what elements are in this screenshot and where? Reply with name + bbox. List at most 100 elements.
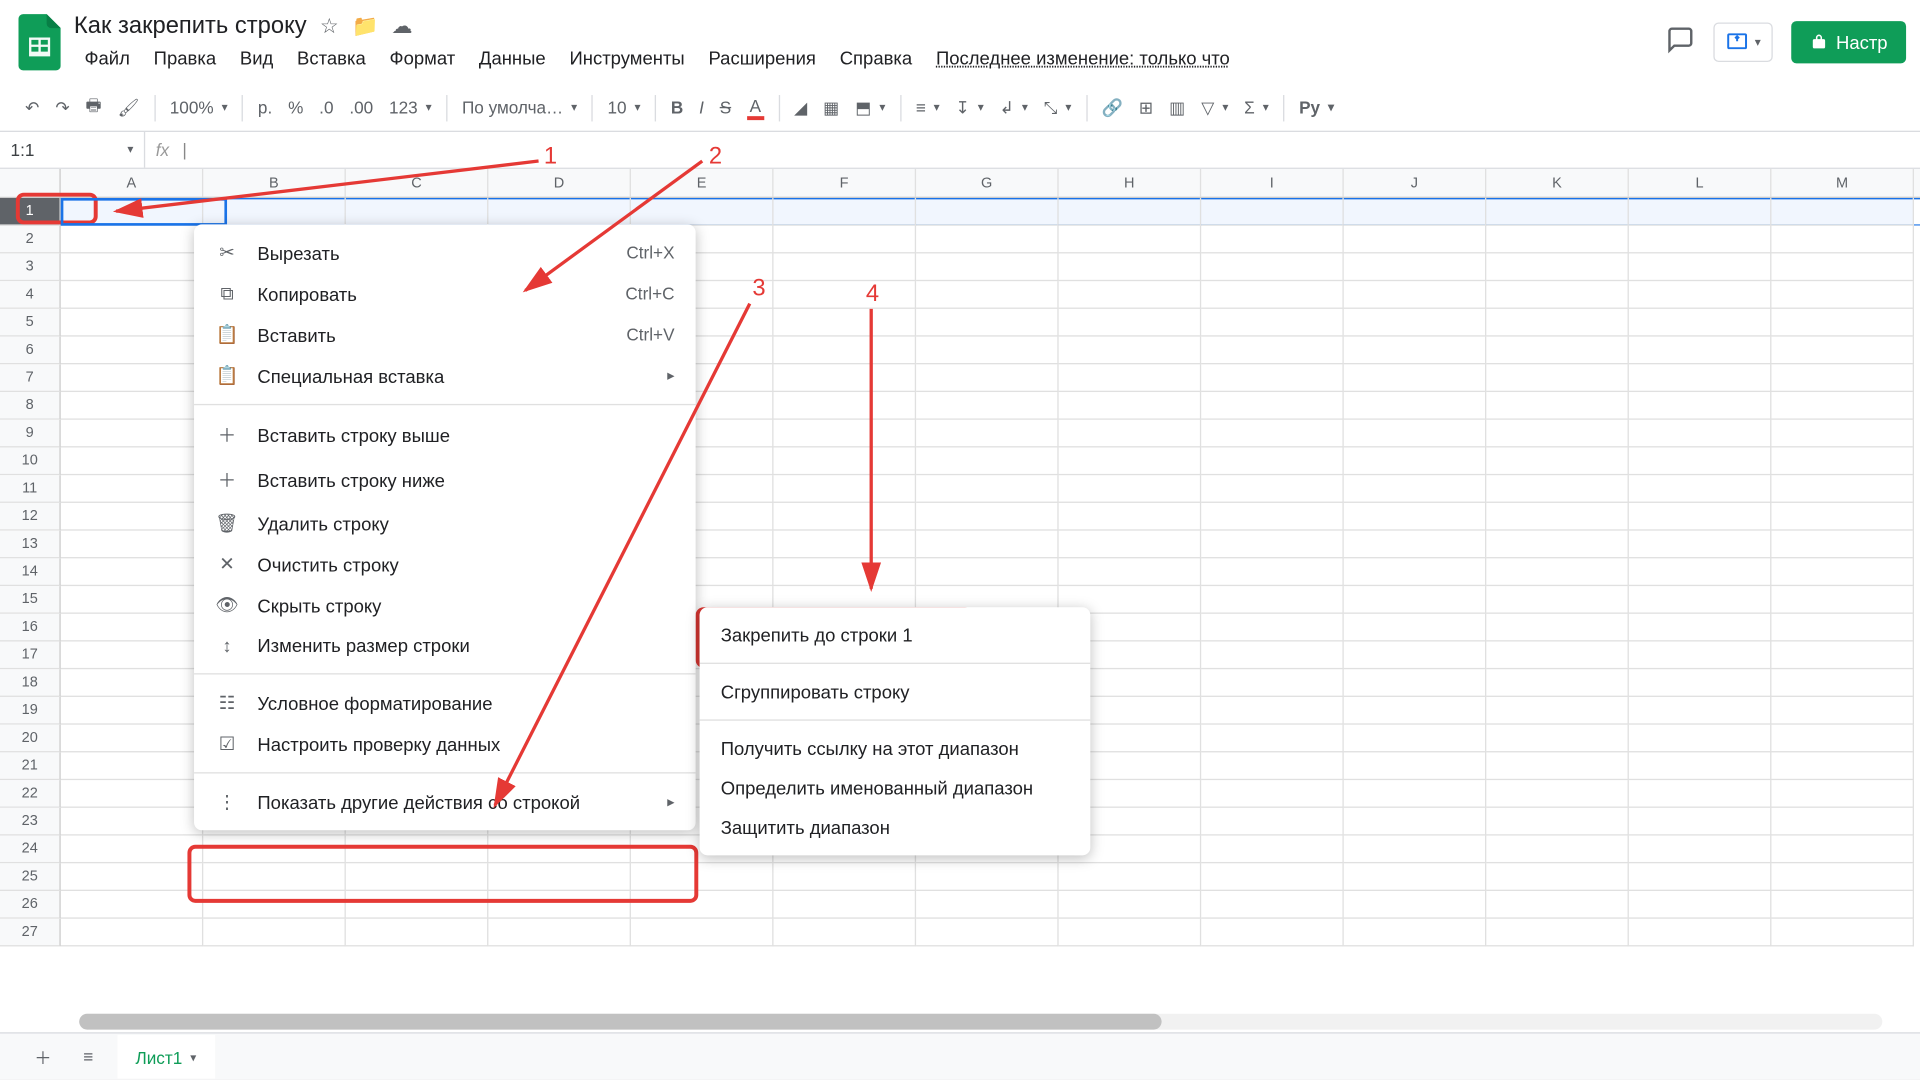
cell[interactable]	[1629, 531, 1772, 559]
row-header[interactable]: 12	[0, 503, 61, 531]
cell[interactable]	[1344, 752, 1487, 780]
cell[interactable]	[1059, 309, 1202, 337]
cell[interactable]	[1344, 226, 1487, 254]
sheets-logo[interactable]	[16, 11, 64, 74]
cell[interactable]	[488, 863, 631, 891]
wrap-dropdown[interactable]: ↲	[993, 90, 1034, 124]
cell[interactable]	[1771, 309, 1914, 337]
cell[interactable]	[1344, 420, 1487, 448]
cell[interactable]	[1629, 697, 1772, 725]
zoom-dropdown[interactable]: 100%	[163, 91, 234, 124]
menu-file[interactable]: Файл	[74, 44, 141, 73]
col-header[interactable]: K	[1486, 169, 1629, 197]
cell[interactable]	[1201, 392, 1344, 420]
cell[interactable]	[61, 863, 204, 891]
sub-freeze[interactable]: Закрепить до строки 1	[700, 615, 1091, 655]
cell[interactable]	[916, 531, 1059, 559]
print-button[interactable]: 🖶	[79, 86, 108, 128]
cell[interactable]	[1344, 669, 1487, 697]
cell[interactable]	[774, 531, 917, 559]
cell[interactable]	[1201, 752, 1344, 780]
cell[interactable]	[1771, 475, 1914, 503]
cell[interactable]	[1629, 420, 1772, 448]
formula-input[interactable]	[180, 140, 1920, 160]
comment-button[interactable]: ⊞	[1132, 90, 1160, 124]
cell[interactable]	[1059, 253, 1202, 281]
cell[interactable]	[1201, 253, 1344, 281]
cell[interactable]	[1629, 808, 1772, 836]
menu-tools[interactable]: Инструменты	[559, 44, 695, 73]
cell[interactable]	[916, 919, 1059, 947]
cell[interactable]	[1486, 309, 1629, 337]
cell[interactable]	[916, 364, 1059, 392]
cell[interactable]	[1771, 586, 1914, 614]
cell[interactable]	[1059, 337, 1202, 365]
cell[interactable]	[1486, 364, 1629, 392]
cell[interactable]	[1629, 836, 1772, 864]
col-header[interactable]: M	[1771, 169, 1914, 197]
cell[interactable]	[1344, 447, 1487, 475]
cell[interactable]	[203, 198, 346, 226]
textcolor-button[interactable]: A	[740, 89, 770, 126]
cell[interactable]	[1486, 752, 1629, 780]
cell[interactable]	[1201, 531, 1344, 559]
col-header[interactable]: I	[1201, 169, 1344, 197]
cell[interactable]	[1629, 891, 1772, 919]
row-header[interactable]: 7	[0, 364, 61, 392]
cell[interactable]	[1629, 447, 1772, 475]
cell[interactable]	[61, 364, 204, 392]
cell[interactable]	[1201, 420, 1344, 448]
cell[interactable]	[1629, 752, 1772, 780]
cell[interactable]	[1059, 420, 1202, 448]
present-button[interactable]: ▾	[1714, 22, 1773, 62]
cell[interactable]	[1486, 863, 1629, 891]
ctx-data-validation[interactable]: ☑Настроить проверку данных	[194, 723, 696, 764]
cell[interactable]	[774, 198, 917, 226]
cell[interactable]	[774, 364, 917, 392]
menu-data[interactable]: Данные	[468, 44, 556, 73]
row-header[interactable]: 5	[0, 309, 61, 337]
cell[interactable]	[1771, 919, 1914, 947]
menu-format[interactable]: Формат	[379, 44, 466, 73]
cell[interactable]	[1344, 725, 1487, 753]
col-header[interactable]: C	[346, 169, 489, 197]
cell[interactable]	[1201, 614, 1344, 642]
cell[interactable]	[1201, 475, 1344, 503]
cell[interactable]	[1344, 198, 1487, 226]
cell[interactable]	[631, 198, 774, 226]
col-header[interactable]: E	[631, 169, 774, 197]
cell[interactable]	[61, 309, 204, 337]
cell[interactable]	[1629, 725, 1772, 753]
cell[interactable]	[1344, 891, 1487, 919]
cell[interactable]	[1771, 447, 1914, 475]
cell[interactable]	[1059, 364, 1202, 392]
fillcolor-button[interactable]: ◢	[787, 90, 813, 124]
cell[interactable]	[916, 337, 1059, 365]
cell[interactable]	[1201, 642, 1344, 670]
cell[interactable]	[1059, 447, 1202, 475]
ctx-insert-below[interactable]: ＋Вставить строку ниже	[194, 458, 696, 503]
cell[interactable]	[774, 337, 917, 365]
cell[interactable]	[1201, 364, 1344, 392]
row-header[interactable]: 19	[0, 697, 61, 725]
cell[interactable]	[774, 253, 917, 281]
row-header[interactable]: 1	[0, 198, 61, 226]
format-percent[interactable]: %	[281, 91, 309, 124]
comments-icon[interactable]	[1666, 24, 1695, 60]
cell[interactable]	[1771, 752, 1914, 780]
cell[interactable]	[1629, 198, 1772, 226]
bold-button[interactable]: B	[664, 91, 690, 124]
link-button[interactable]: 🔗	[1095, 90, 1130, 124]
row-header[interactable]: 20	[0, 725, 61, 753]
cell[interactable]	[1201, 586, 1344, 614]
menu-extensions[interactable]: Расширения	[698, 44, 827, 73]
cell[interactable]	[203, 891, 346, 919]
select-all-corner[interactable]	[0, 169, 61, 197]
cell[interactable]	[1201, 309, 1344, 337]
row-header[interactable]: 4	[0, 281, 61, 309]
add-sheet-button[interactable]: ＋	[26, 1039, 59, 1075]
cell[interactable]	[1059, 392, 1202, 420]
cell[interactable]	[488, 198, 631, 226]
col-header[interactable]: D	[488, 169, 631, 197]
cell[interactable]	[1059, 891, 1202, 919]
